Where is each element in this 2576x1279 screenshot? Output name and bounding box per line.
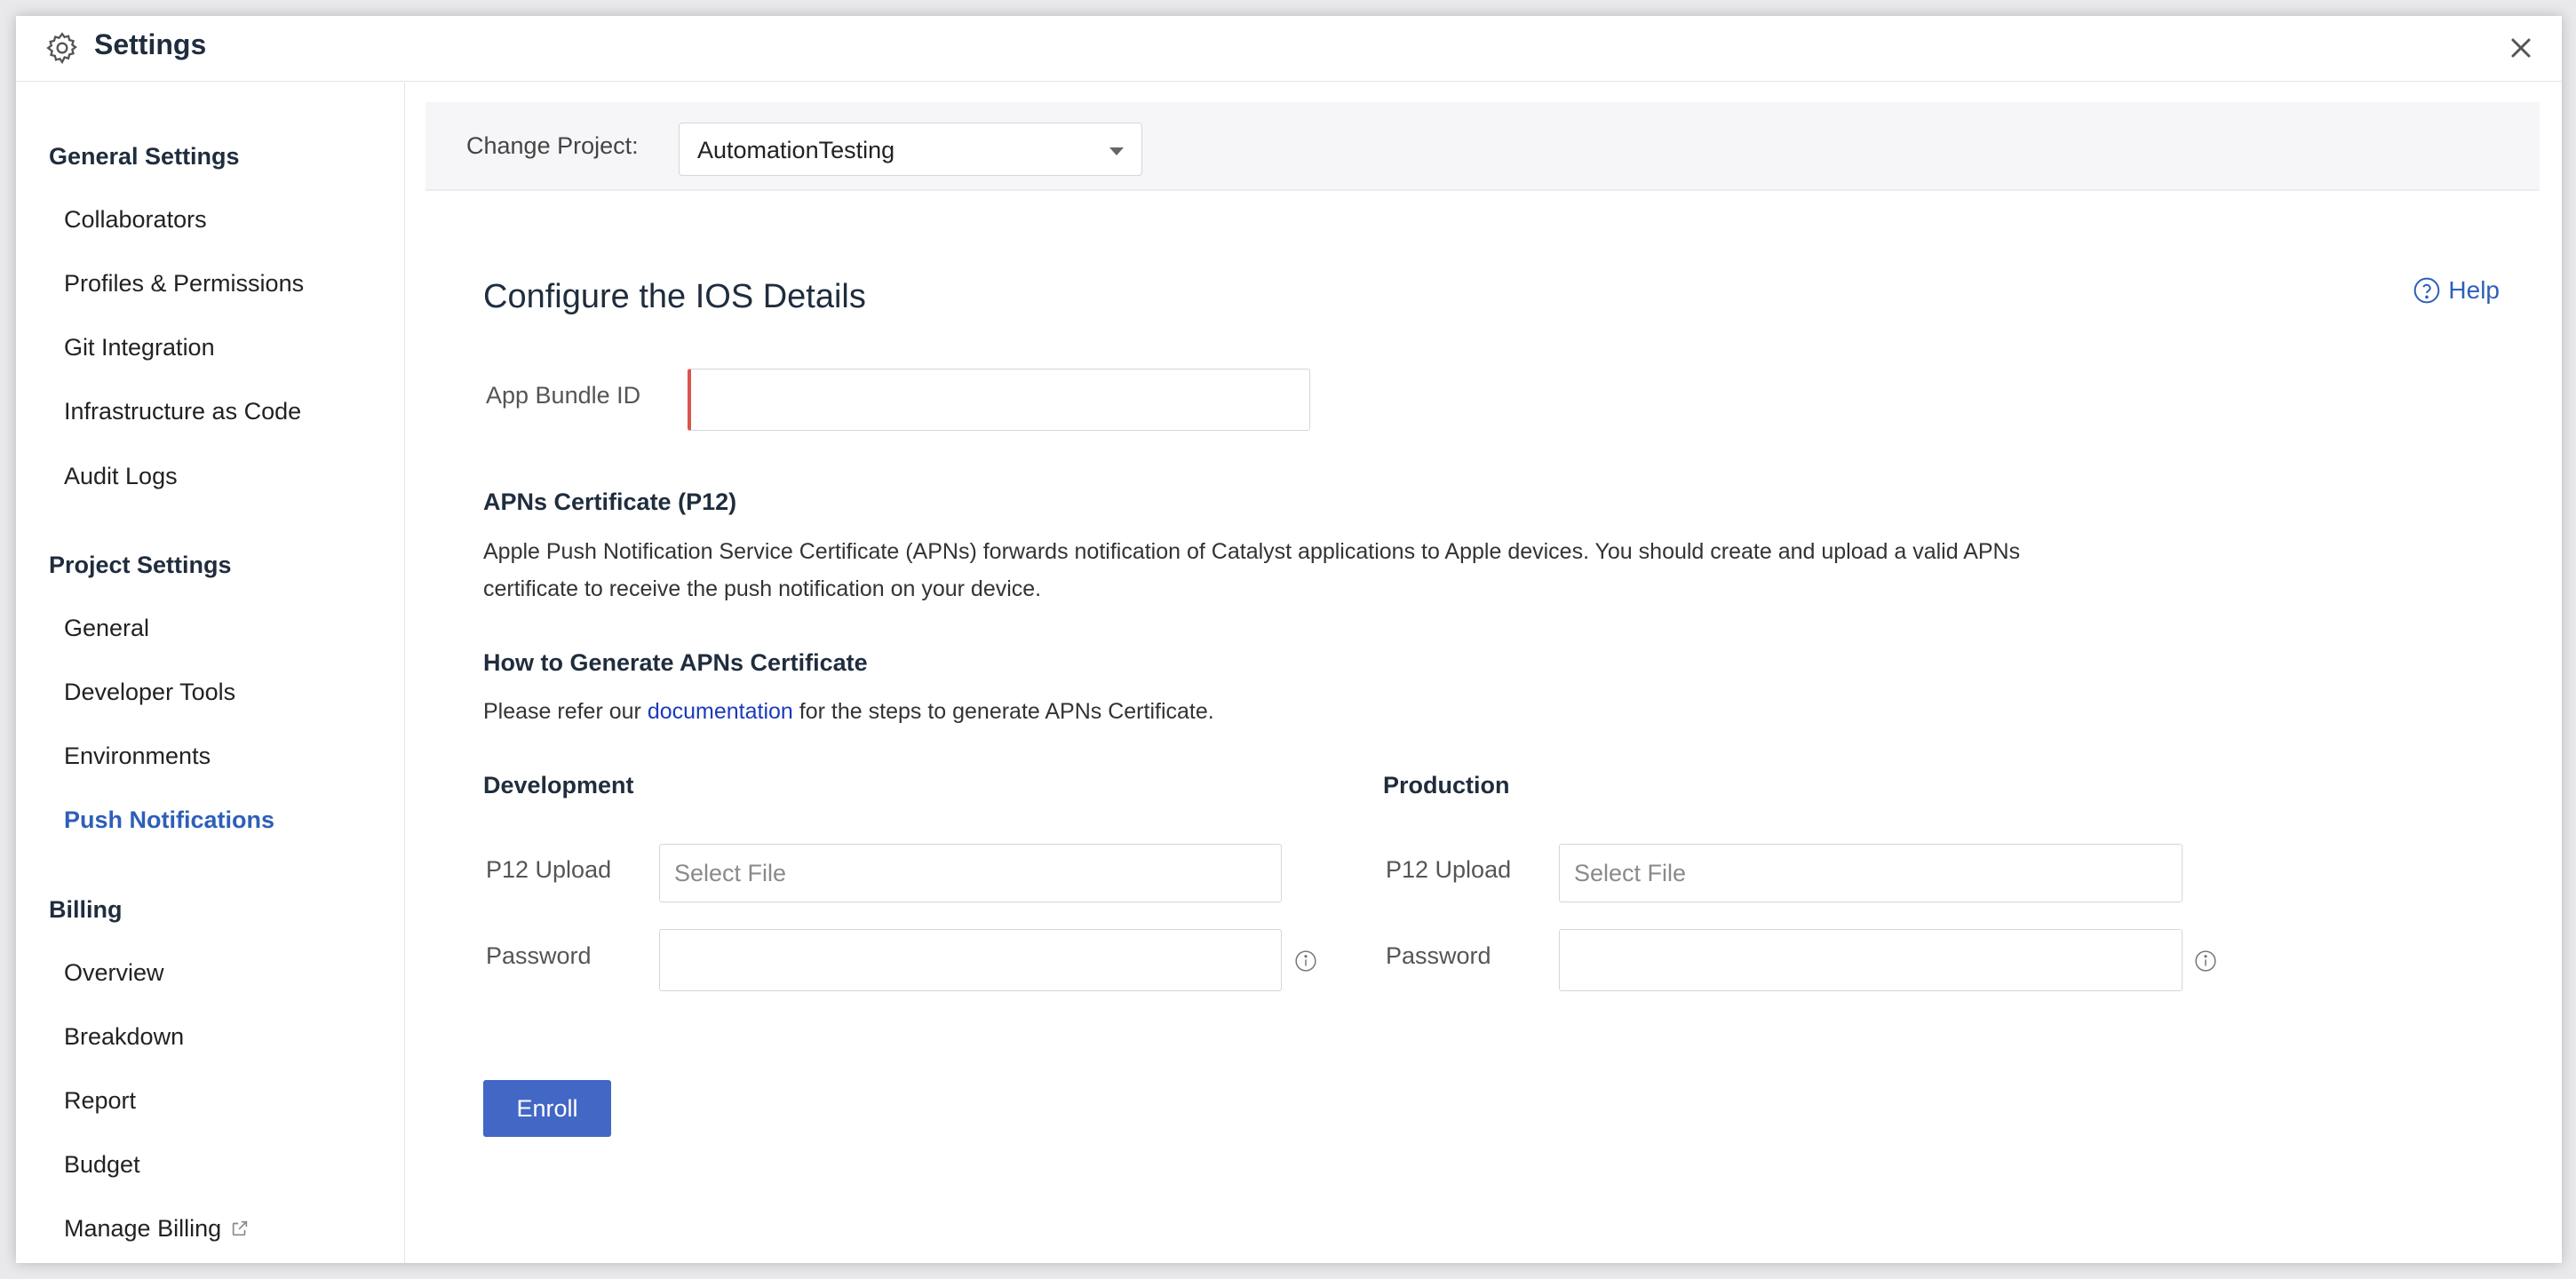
external-link-icon [230, 1219, 250, 1238]
prod-password-input[interactable] [1559, 929, 2182, 991]
sidebar-item-manage-billing[interactable]: Manage Billing [64, 1215, 250, 1243]
development-title: Development [483, 772, 634, 799]
enroll-button[interactable]: Enroll [483, 1080, 611, 1137]
help-label: Help [2448, 276, 2500, 305]
sidebar-item-audit-logs[interactable]: Audit Logs [64, 463, 178, 490]
sidebar-item-breakdown[interactable]: Breakdown [64, 1023, 184, 1051]
ios-config-form: Configure the IOS Details Help App Bundl… [406, 83, 2562, 1263]
sidebar-item-infrastructure-as-code[interactable]: Infrastructure as Code [64, 398, 301, 425]
prod-password-label: Password [1386, 942, 1491, 970]
production-title: Production [1383, 772, 1510, 799]
dev-p12-file-input[interactable] [659, 844, 1282, 902]
help-link[interactable]: Help [2413, 276, 2500, 305]
sidebar-item-push-notifications[interactable]: Push Notifications [64, 806, 274, 834]
sidebar-item-collaborators[interactable]: Collaborators [64, 206, 207, 234]
sidebar-group-project-settings: Project Settings [49, 552, 232, 579]
info-icon[interactable] [2194, 949, 2217, 973]
gear-icon [44, 30, 80, 66]
sidebar-item-overview[interactable]: Overview [64, 959, 164, 987]
app-bundle-id-label: App Bundle ID [486, 382, 640, 409]
how-to-prefix: Please refer our [483, 699, 641, 724]
page-title: Settings [94, 28, 206, 61]
how-to-generate-text: Please refer our documentation for the s… [483, 693, 2100, 730]
sidebar-item-general[interactable]: General [64, 615, 149, 642]
apns-description-line-2: certificate to receive the push notifica… [483, 570, 2100, 608]
dev-password-label: Password [486, 942, 592, 970]
apns-certificate-title: APNs Certificate (P12) [483, 489, 736, 516]
sidebar-item-developer-tools[interactable]: Developer Tools [64, 679, 235, 706]
app-bundle-id-input[interactable] [688, 369, 1310, 431]
settings-window: Settings General Settings Collaborators … [16, 16, 2562, 1263]
dev-password-input[interactable] [659, 929, 1282, 991]
dev-p12-upload-label: P12 Upload [486, 856, 611, 884]
prod-p12-upload-label: P12 Upload [1386, 856, 1511, 884]
sidebar-item-git-integration[interactable]: Git Integration [64, 334, 215, 361]
how-to-suffix: for the steps to generate APNs Certifica… [799, 699, 1214, 724]
sidebar-item-budget[interactable]: Budget [64, 1151, 140, 1179]
close-icon[interactable] [2505, 32, 2537, 64]
sidebar-item-profiles-permissions[interactable]: Profiles & Permissions [64, 270, 304, 298]
sidebar-group-general-settings: General Settings [49, 143, 240, 171]
info-icon[interactable] [1294, 949, 1317, 973]
settings-sidebar: General Settings Collaborators Profiles … [16, 83, 405, 1263]
documentation-link[interactable]: documentation [648, 699, 793, 724]
section-heading: Configure the IOS Details [483, 278, 866, 316]
sidebar-item-environments[interactable]: Environments [64, 743, 211, 770]
settings-header: Settings [16, 16, 2562, 82]
apns-description-line-1: Apple Push Notification Service Certific… [483, 533, 2100, 570]
main-panel: Change Project: AutomationTesting Config… [406, 83, 2562, 1263]
sidebar-item-report[interactable]: Report [64, 1087, 136, 1115]
how-to-generate-title: How to Generate APNs Certificate [483, 649, 868, 677]
sidebar-group-billing: Billing [49, 896, 123, 924]
apns-description: Apple Push Notification Service Certific… [483, 533, 2100, 608]
prod-p12-file-input[interactable] [1559, 844, 2182, 902]
sidebar-item-label: Manage Billing [64, 1215, 221, 1242]
question-circle-icon [2413, 276, 2441, 305]
